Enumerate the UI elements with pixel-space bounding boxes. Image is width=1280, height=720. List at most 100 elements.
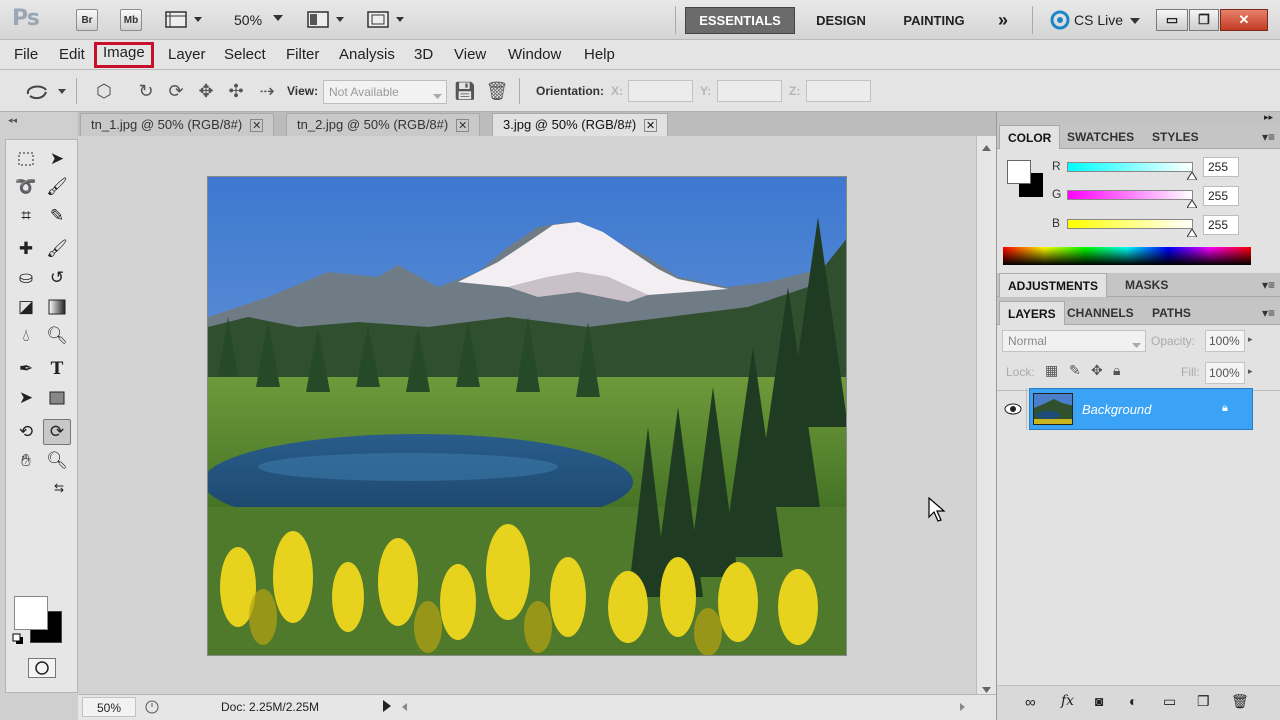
menu-view[interactable]: View bbox=[451, 45, 489, 67]
status-preview-icon[interactable] bbox=[144, 699, 160, 718]
delete-view-button[interactable]: 🗑︎ bbox=[485, 80, 509, 102]
rectangle-tool[interactable] bbox=[43, 385, 71, 411]
close-tab-icon[interactable]: ✕ bbox=[250, 119, 264, 132]
blue-slider[interactable] bbox=[1067, 219, 1193, 229]
lock-position-icon[interactable]: ✥ bbox=[1091, 362, 1103, 379]
fx-icon[interactable]: fx bbox=[1061, 693, 1074, 709]
menu-window[interactable]: Window bbox=[505, 45, 564, 67]
adjustment-layer-icon[interactable]: ◐ bbox=[1129, 693, 1137, 709]
document-image[interactable] bbox=[207, 176, 847, 656]
menu-image[interactable]: Image bbox=[94, 42, 154, 68]
layer-row-background[interactable]: Background 🔒︎ bbox=[1029, 388, 1253, 430]
scroll-up-icon[interactable] bbox=[982, 140, 991, 154]
orientation-z-input[interactable] bbox=[806, 80, 871, 102]
spot-healing-brush-tool[interactable]: ✚ bbox=[12, 236, 40, 262]
close-tab-icon[interactable]: ✕ bbox=[456, 119, 470, 132]
zoom-dropdown-icon[interactable] bbox=[272, 12, 284, 27]
menu-help[interactable]: Help bbox=[581, 45, 618, 67]
menu-edit[interactable]: Edit bbox=[56, 45, 88, 67]
add-mask-icon[interactable]: ◙ bbox=[1095, 693, 1103, 709]
quick-selection-tool[interactable]: 🖌︎ bbox=[43, 174, 71, 200]
tab-paths[interactable]: PATHS bbox=[1144, 301, 1199, 325]
3d-camera-rotate-tool[interactable]: ⟳ bbox=[43, 419, 71, 445]
slider-handle-icon[interactable] bbox=[1186, 226, 1198, 240]
type-tool[interactable]: T bbox=[43, 356, 71, 382]
tab-color[interactable]: COLOR bbox=[999, 125, 1061, 149]
3d-object-rotate-tool[interactable]: ⟲ bbox=[12, 419, 40, 445]
panel-menu-icon[interactable]: ▾≡ bbox=[1262, 278, 1275, 292]
slider-handle-icon[interactable] bbox=[1186, 197, 1198, 211]
opacity-input[interactable]: 100% bbox=[1205, 330, 1245, 352]
menu-layer[interactable]: Layer bbox=[165, 45, 209, 67]
dodge-tool[interactable]: 🔍︎ bbox=[43, 323, 71, 349]
minimize-button[interactable]: ▭ bbox=[1156, 9, 1188, 31]
roll-3d-button[interactable]: ⟳ bbox=[164, 80, 188, 102]
clone-stamp-tool[interactable]: ⛀ bbox=[12, 265, 40, 291]
foreground-color-swatch[interactable] bbox=[14, 596, 48, 630]
more-workspaces-button[interactable]: » bbox=[986, 7, 1020, 34]
cs-live-button[interactable]: CS Live bbox=[1074, 12, 1123, 28]
lock-all-icon[interactable]: 🔒︎ bbox=[1113, 362, 1120, 379]
opacity-arrow-icon[interactable]: ▸ bbox=[1248, 334, 1253, 345]
workspace-painting[interactable]: PAINTING bbox=[890, 7, 978, 34]
swap-colors-icon[interactable]: ⇆ bbox=[54, 481, 64, 495]
default-colors-icon[interactable] bbox=[12, 633, 24, 648]
quick-mask-button[interactable] bbox=[28, 658, 56, 678]
tab-tn2[interactable]: tn_2.jpg @ 50% (RGB/8#) ✕ bbox=[286, 113, 481, 136]
blur-tool[interactable]: 💧︎ bbox=[12, 323, 40, 349]
collapse-panels-icon[interactable]: ▸▸ bbox=[1264, 112, 1273, 123]
save-view-button[interactable]: 💾︎ bbox=[453, 80, 477, 102]
menu-analysis[interactable]: Analysis bbox=[336, 45, 398, 67]
brush-tool[interactable]: 🖌︎ bbox=[43, 236, 71, 262]
close-button[interactable]: ✕ bbox=[1220, 9, 1268, 31]
tab-masks[interactable]: MASKS bbox=[1117, 273, 1176, 297]
tab-adjustments[interactable]: ADJUSTMENTS bbox=[999, 273, 1108, 297]
panel-menu-icon[interactable]: ▾≡ bbox=[1262, 306, 1275, 320]
crop-tool[interactable]: ⌗ bbox=[12, 203, 40, 229]
menu-filter[interactable]: Filter bbox=[283, 45, 322, 67]
tab-tn1[interactable]: tn_1.jpg @ 50% (RGB/8#) ✕ bbox=[80, 113, 275, 136]
rectangular-marquee-tool[interactable] bbox=[12, 146, 40, 172]
workspace-design[interactable]: DESIGN bbox=[803, 7, 879, 34]
red-value-input[interactable]: 255 bbox=[1203, 157, 1239, 177]
menu-select[interactable]: Select bbox=[221, 45, 269, 67]
tab-layers[interactable]: LAYERS bbox=[999, 301, 1065, 325]
tab-swatches[interactable]: SWATCHES bbox=[1059, 125, 1142, 149]
eyedropper-tool[interactable]: ✎ bbox=[43, 203, 71, 229]
view-extras-button[interactable] bbox=[164, 10, 206, 30]
eraser-tool[interactable]: ◪ bbox=[12, 294, 40, 320]
slider-handle-icon[interactable] bbox=[1186, 169, 1198, 183]
hand-tool[interactable]: ✋︎ bbox=[12, 448, 40, 474]
layer-visibility-toggle[interactable] bbox=[999, 388, 1027, 430]
lasso-tool[interactable]: ➰ bbox=[12, 174, 40, 200]
drag-3d-button[interactable]: ✥ bbox=[194, 80, 218, 102]
red-slider[interactable] bbox=[1067, 162, 1193, 172]
tab-3[interactable]: 3.jpg @ 50% (RGB/8#) ✕ bbox=[492, 113, 669, 136]
screen-mode-button[interactable] bbox=[366, 10, 408, 30]
status-zoom-field[interactable]: 50% bbox=[82, 697, 136, 717]
status-menu-arrow-icon[interactable] bbox=[382, 699, 392, 716]
slide-3d-button[interactable]: ✣ bbox=[224, 80, 248, 102]
zoom-tool[interactable]: 🔍︎ bbox=[43, 448, 71, 474]
fill-arrow-icon[interactable]: ▸ bbox=[1248, 366, 1253, 377]
history-brush-tool[interactable]: ↺ bbox=[43, 265, 71, 291]
orientation-y-input[interactable] bbox=[717, 80, 782, 102]
lock-image-icon[interactable]: ✎ bbox=[1069, 362, 1081, 379]
path-selection-tool[interactable]: ➤ bbox=[12, 385, 40, 411]
menu-file[interactable]: File bbox=[11, 45, 41, 67]
close-tab-icon[interactable]: ✕ bbox=[644, 119, 658, 132]
collapse-tools-icon[interactable]: ◂◂ bbox=[8, 115, 17, 126]
fill-input[interactable]: 100% bbox=[1205, 362, 1245, 384]
return-to-initial-position-button[interactable]: ⬡ bbox=[92, 80, 116, 102]
maximize-button[interactable]: ❐ bbox=[1189, 9, 1219, 31]
green-slider[interactable] bbox=[1067, 190, 1193, 200]
delete-layer-icon[interactable]: 🗑︎ bbox=[1231, 693, 1249, 710]
scale-3d-button[interactable]: ⇢ bbox=[255, 80, 279, 102]
blue-value-input[interactable]: 255 bbox=[1203, 215, 1239, 235]
lock-transparent-icon[interactable]: ▦ bbox=[1045, 362, 1058, 379]
vertical-scrollbar[interactable] bbox=[976, 136, 996, 694]
color-panel-fg-swatch[interactable] bbox=[1007, 160, 1031, 184]
menu-3d[interactable]: 3D bbox=[411, 45, 436, 67]
tool-preset-picker[interactable] bbox=[22, 80, 66, 102]
cs-live-dropdown-icon[interactable] bbox=[1130, 14, 1140, 28]
